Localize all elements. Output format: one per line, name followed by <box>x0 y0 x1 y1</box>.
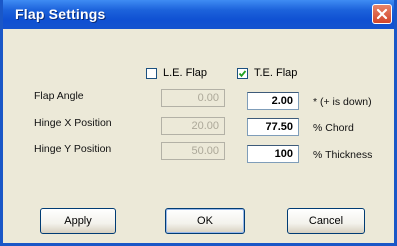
te-flap-checkbox[interactable]: T.E. Flap <box>237 67 297 79</box>
cancel-button[interactable]: Cancel <box>287 208 365 234</box>
close-button[interactable] <box>372 4 392 24</box>
le-flap-angle-field: 0.00 <box>161 89 225 107</box>
hinge-x-unit: % Chord <box>313 122 354 134</box>
ok-button[interactable]: OK <box>165 208 245 234</box>
te-flap-checkbox-label: T.E. Flap <box>254 67 298 79</box>
hinge-y-label: Hinge Y Position <box>34 143 112 155</box>
hinge-x-label: Hinge X Position <box>34 117 112 129</box>
te-hinge-y-field[interactable]: 100 <box>247 145 299 163</box>
checkmark-icon <box>238 69 247 77</box>
le-flap-checkbox[interactable]: L.E. Flap <box>146 67 207 79</box>
hinge-y-unit: % Thickness <box>313 149 373 161</box>
flap-angle-unit: * (+ is down) <box>313 96 372 108</box>
te-hinge-x-field[interactable]: 77.50 <box>247 118 299 136</box>
window-title: Flap Settings <box>15 6 106 22</box>
te-flap-angle-field[interactable]: 2.00 <box>247 92 299 110</box>
le-flap-checkbox-label: L.E. Flap <box>163 67 208 79</box>
te-flap-checkbox-box[interactable] <box>237 67 248 79</box>
flap-settings-dialog: Flap Settings L.E. Flap T.E. Flap Flap A… <box>0 0 397 246</box>
close-icon <box>376 8 388 20</box>
le-hinge-x-field: 20.00 <box>161 117 225 135</box>
flap-angle-label: Flap Angle <box>34 90 84 102</box>
le-hinge-y-field: 50.00 <box>161 142 225 160</box>
apply-button[interactable]: Apply <box>40 208 116 234</box>
le-flap-checkbox-box[interactable] <box>146 67 157 79</box>
title-bar[interactable]: Flap Settings <box>3 0 394 29</box>
